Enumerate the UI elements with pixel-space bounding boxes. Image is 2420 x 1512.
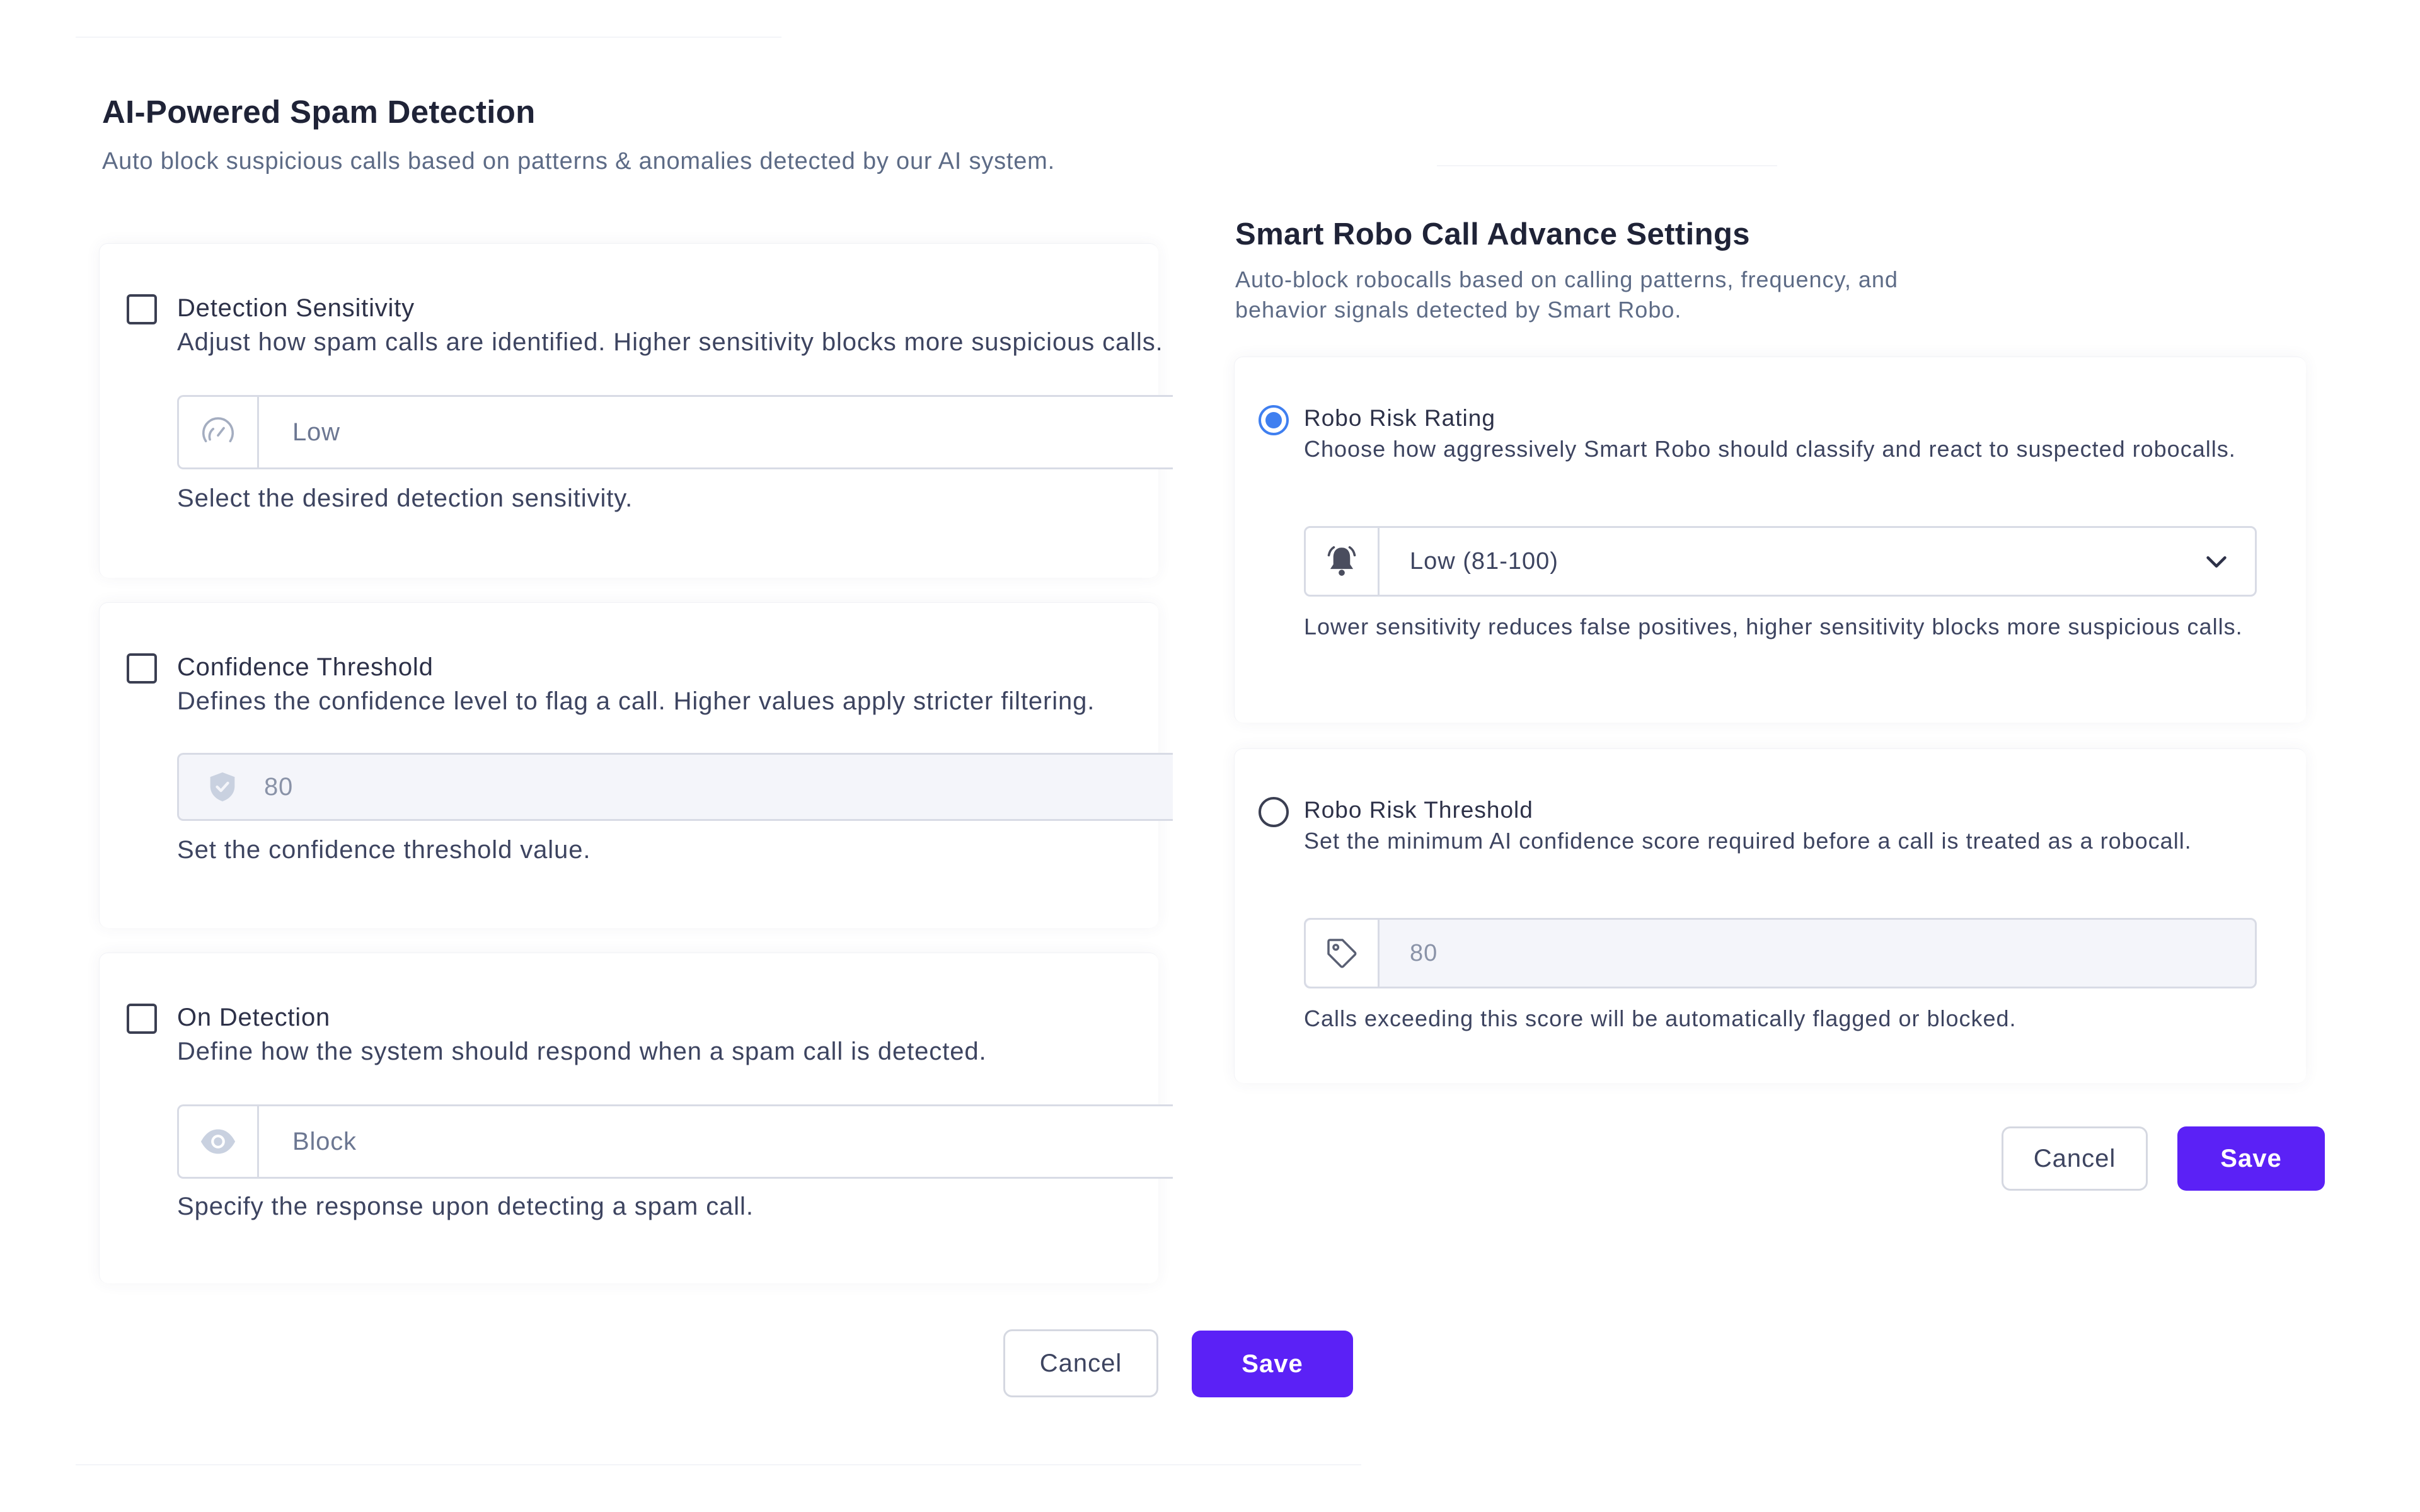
detection-sensitivity-card: Detection Sensitivity Adjust how spam ca… — [99, 243, 1173, 578]
on-detection-help: Specify the response upon detecting a sp… — [177, 1193, 754, 1220]
robo-risk-rating-value: Low (81-100) — [1410, 547, 1559, 575]
on-detection-value: Block — [292, 1127, 357, 1155]
robo-risk-threshold-radio[interactable] — [1259, 797, 1289, 827]
robo-risk-threshold-help: Calls exceeding this score will be autom… — [1304, 1005, 2017, 1031]
spam-cancel-button[interactable]: Cancel — [1003, 1329, 1158, 1397]
on-detection-description: Define how the system should respond whe… — [177, 1038, 987, 1065]
confidence-threshold-description: Defines the confidence level to flag a c… — [177, 687, 1095, 715]
robo-risk-threshold-input[interactable]: 80 — [1304, 918, 2257, 988]
spam-detection-description: Auto block suspicious calls based on pat… — [102, 148, 1055, 175]
shield-check-icon — [204, 755, 241, 819]
eye-icon — [179, 1106, 259, 1177]
robo-risk-threshold-description: Set the minimum AI confidence score requ… — [1304, 828, 2192, 854]
confidence-threshold-title: Confidence Threshold — [177, 653, 434, 681]
robo-risk-threshold-value: 80 — [1410, 939, 1438, 966]
confidence-threshold-help: Set the confidence threshold value. — [177, 836, 591, 864]
detection-sensitivity-title: Detection Sensitivity — [177, 294, 415, 322]
spam-save-button[interactable]: Save — [1192, 1331, 1353, 1397]
robo-call-description: Auto-block robocalls based on calling pa… — [1235, 266, 1898, 323]
spam-detection-title: AI-Powered Spam Detection — [102, 94, 536, 130]
tag-icon — [1306, 920, 1380, 987]
robo-risk-threshold-card: Robo Risk Threshold Set the minimum AI c… — [1234, 748, 2306, 1083]
robo-cancel-button[interactable]: Cancel — [2002, 1126, 2148, 1191]
robo-risk-rating-select[interactable]: Low (81-100) — [1304, 526, 2257, 597]
detection-sensitivity-checkbox[interactable] — [127, 294, 157, 324]
gauge-icon — [179, 397, 259, 467]
confidence-threshold-value: 80 — [264, 772, 294, 801]
bell-icon — [1306, 528, 1380, 595]
detection-sensitivity-help: Select the desired detection sensitivity… — [177, 484, 633, 512]
on-detection-title: On Detection — [177, 1004, 331, 1031]
confidence-threshold-input[interactable]: 80 — [177, 753, 1173, 821]
robo-save-button[interactable]: Save — [2177, 1126, 2325, 1191]
robo-risk-rating-radio[interactable] — [1259, 405, 1289, 435]
robo-risk-rating-card: Robo Risk Rating Choose how aggressively… — [1234, 357, 2306, 723]
detection-sensitivity-select[interactable]: Low — [177, 395, 1173, 469]
robo-risk-rating-help: Lower sensitivity reduces false positive… — [1304, 614, 2243, 639]
confidence-threshold-checkbox[interactable] — [127, 653, 157, 684]
detection-sensitivity-description: Adjust how spam calls are identified. Hi… — [177, 328, 1160, 356]
chevron-down-icon[interactable] — [2202, 528, 2231, 595]
detection-sensitivity-value: Low — [292, 418, 340, 446]
robo-risk-rating-title: Robo Risk Rating — [1304, 405, 1495, 431]
on-detection-select[interactable]: Block — [177, 1104, 1173, 1179]
on-detection-checkbox[interactable] — [127, 1004, 157, 1034]
confidence-threshold-card: Confidence Threshold Defines the confide… — [99, 602, 1173, 928]
robo-risk-threshold-title: Robo Risk Threshold — [1304, 797, 1533, 823]
robo-call-title: Smart Robo Call Advance Settings — [1235, 217, 1750, 251]
robo-risk-rating-description: Choose how aggressively Smart Robo shoul… — [1304, 436, 2236, 462]
on-detection-card: On Detection Define how the system shoul… — [99, 953, 1173, 1283]
